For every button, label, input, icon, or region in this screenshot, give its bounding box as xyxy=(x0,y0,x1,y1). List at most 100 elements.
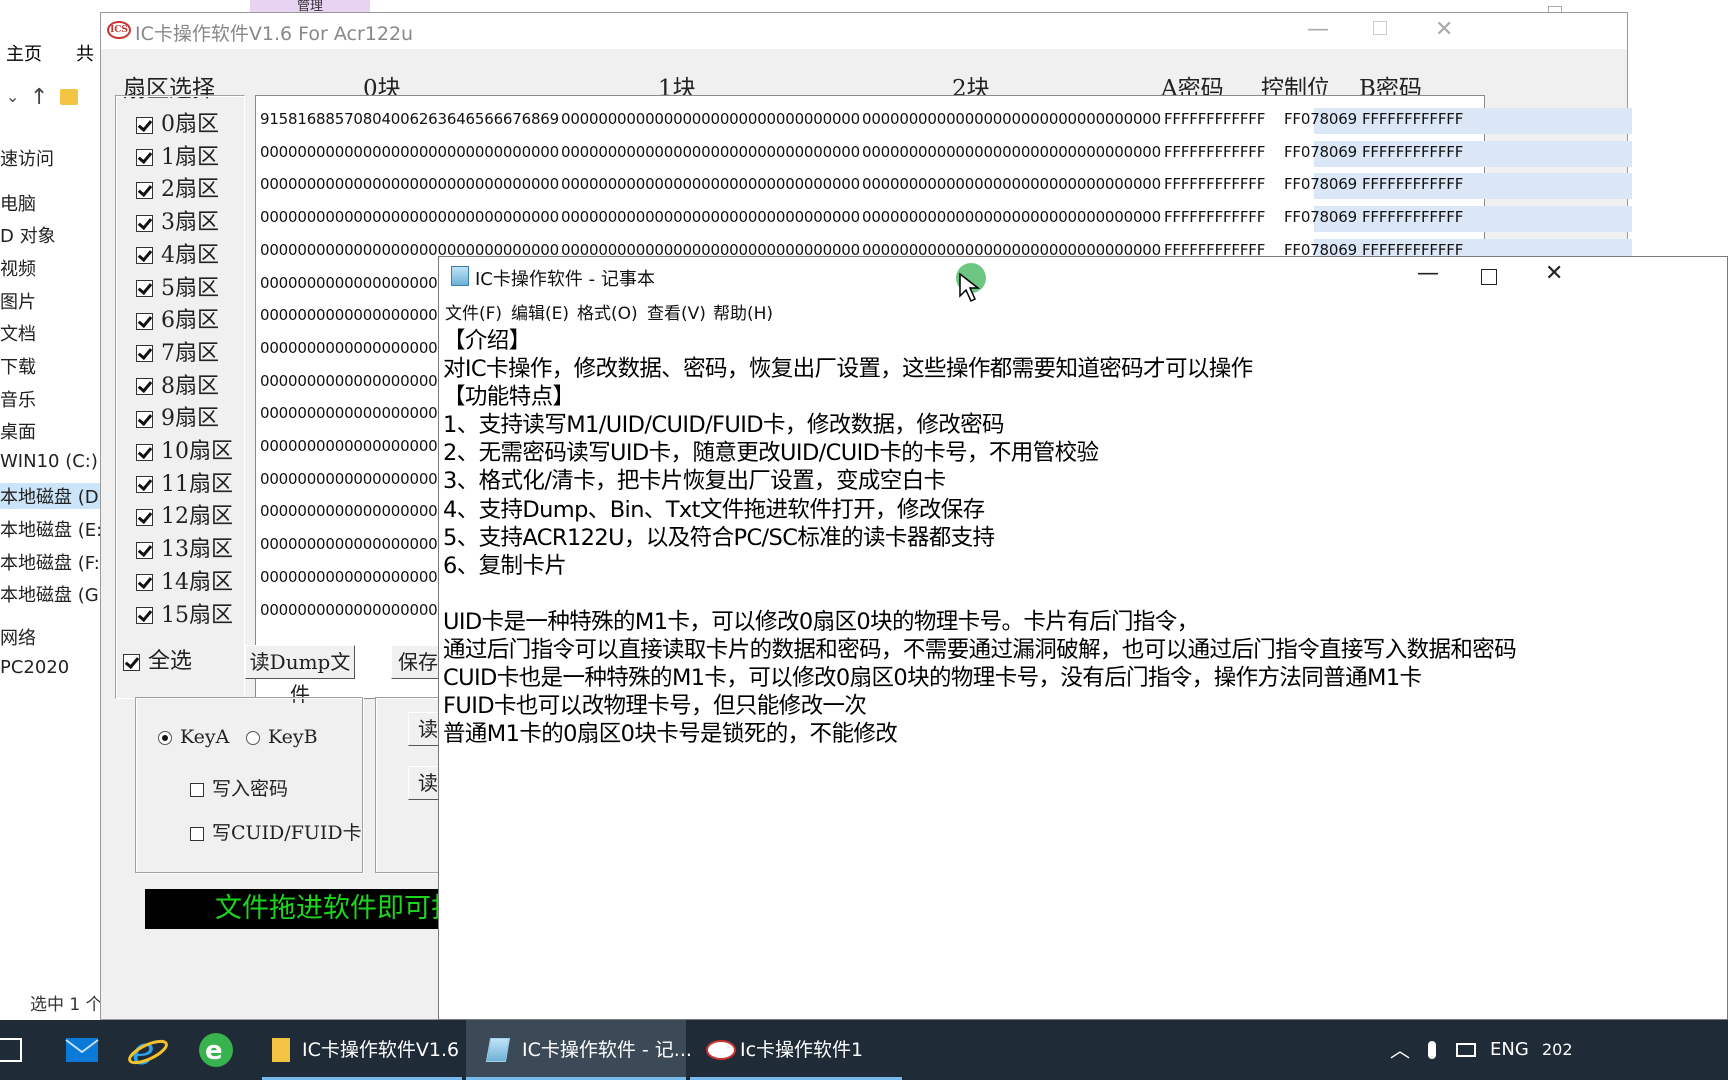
ic-app-minimize-button[interactable]: — xyxy=(1307,17,1329,42)
cell-kb[interactable]: FFFFFFFFFFFF xyxy=(1362,143,1463,161)
checkbox-checked-icon xyxy=(136,345,153,363)
checkbox-unchecked-icon xyxy=(190,783,204,797)
key-options-group: KeyA KeyB 写入密码 写CUID/FUID卡 xyxy=(135,697,363,873)
cell-b2[interactable]: 00000000000000000000000000000000 xyxy=(862,175,1161,193)
sector-checkbox[interactable]: 5扇区 xyxy=(136,270,219,301)
nav-item[interactable]: 文档 xyxy=(0,320,36,346)
sector-checkbox[interactable]: 11扇区 xyxy=(136,466,233,497)
cell-b1[interactable]: 00000000000000000000000000000000 xyxy=(561,143,860,161)
nav-item[interactable]: WIN10 (C:) xyxy=(0,451,98,472)
sector-checkbox[interactable]: 8扇区 xyxy=(136,368,219,399)
cell-b0[interactable]: 00000000000000000000000000000000 xyxy=(260,175,559,193)
chevron-up-icon[interactable]: ︿ xyxy=(1390,1020,1410,1080)
menu-item[interactable]: 文件(F) xyxy=(445,299,502,324)
sector-checkbox[interactable]: 15扇区 xyxy=(136,597,233,628)
write-cuid-checkbox[interactable]: 写CUID/FUID卡 xyxy=(190,818,362,845)
keyb-radio[interactable]: KeyB xyxy=(246,726,318,748)
nav-item[interactable]: 视频 xyxy=(0,255,36,281)
cell-kb[interactable]: FFFFFFFFFFFF xyxy=(1362,208,1463,226)
taskbar-app-notepad[interactable]: IC卡操作软件 - 记... xyxy=(466,1020,692,1080)
notepad-maximize-button[interactable] xyxy=(1481,269,1497,285)
sector-label: 12扇区 xyxy=(161,504,233,530)
notepad-text-area[interactable]: 【介绍】 对IC卡操作，修改数据、密码，恢复出厂设置，这些操作都需要知道密码才可以… xyxy=(443,327,1723,748)
cell-ka[interactable]: FFFFFFFFFFFF xyxy=(1164,110,1265,128)
keya-radio[interactable]: KeyA xyxy=(158,726,229,748)
ic-app-maximize-button[interactable] xyxy=(1373,21,1387,35)
nav-item[interactable]: 本地磁盘 (E:) xyxy=(0,516,109,542)
nav-item[interactable]: 网络 xyxy=(0,624,36,650)
nav-item[interactable]: D 对象 xyxy=(0,222,56,248)
nav-item[interactable]: 速访问 xyxy=(0,145,54,171)
up-arrow-icon[interactable]: ↑ xyxy=(30,85,48,110)
chevron-down-icon[interactable]: ⌄ xyxy=(6,87,19,106)
microphone-icon[interactable] xyxy=(1428,1020,1436,1080)
sector-checkbox[interactable]: 6扇区 xyxy=(136,302,219,333)
sector-checkbox[interactable]: 14扇区 xyxy=(136,564,233,595)
cell-b2[interactable]: 00000000000000000000000000000000 xyxy=(862,143,1161,161)
cell-b0[interactable]: 00000000000000000000000000000000 xyxy=(260,143,559,161)
nav-item[interactable]: 图片 xyxy=(0,288,36,314)
browser-green-icon[interactable]: e xyxy=(194,1028,238,1072)
sector-checkbox[interactable]: 1扇区 xyxy=(136,139,219,170)
cell-b2[interactable]: 00000000000000000000000000000000 xyxy=(862,110,1161,128)
checkbox-checked-icon xyxy=(136,247,153,265)
ribbon-tab-home[interactable]: 主页 xyxy=(6,40,42,66)
sector-checkbox[interactable]: 2扇区 xyxy=(136,171,219,202)
menu-item[interactable]: 格式(O) xyxy=(577,299,638,324)
text-line: 4、支持Dump、Bin、Txt文件拖进软件打开，修改保存 xyxy=(443,496,985,523)
sector-checkbox[interactable]: 10扇区 xyxy=(136,433,233,464)
nav-item[interactable]: PC2020 xyxy=(0,657,69,678)
cell-kb[interactable]: FFFFFFFFFFFF xyxy=(1362,175,1463,193)
sector-checkbox[interactable]: 13扇区 xyxy=(136,531,233,562)
cell-b1[interactable]: 00000000000000000000000000000000 xyxy=(561,175,860,193)
clock[interactable]: 202 xyxy=(1542,1020,1573,1080)
taskbar-app-ic-v16[interactable]: IC卡操作软件V1.6 xyxy=(262,1020,462,1080)
cell-b1[interactable]: 00000000000000000000000000000000 xyxy=(561,208,860,226)
nav-item[interactable]: 下载 xyxy=(0,353,36,379)
ic-app-close-button[interactable]: ✕ xyxy=(1435,17,1453,42)
sector-checkbox[interactable]: 9扇区 xyxy=(136,400,219,431)
menu-item[interactable]: 编辑(E) xyxy=(511,299,569,324)
sector-label: 15扇区 xyxy=(161,602,233,628)
cell-ctl[interactable]: FF078069 xyxy=(1284,110,1357,128)
nav-item[interactable]: 本地磁盘 (D:) xyxy=(0,483,112,509)
cell-ka[interactable]: FFFFFFFFFFFF xyxy=(1164,143,1265,161)
sector-checkbox[interactable]: 4扇区 xyxy=(136,237,219,268)
drag-drop-banner: 文件拖进软件即可打 xyxy=(145,889,445,929)
cell-ctl[interactable]: FF078069 xyxy=(1284,208,1357,226)
select-all-checkbox[interactable]: 全选 xyxy=(123,643,192,674)
nav-item[interactable]: 本地磁盘 (G:) xyxy=(0,581,112,607)
sector-checkbox[interactable]: 0扇区 xyxy=(136,106,219,137)
cell-b0[interactable]: 91581688570804006263646566676869 xyxy=(260,110,559,128)
notepad-close-button[interactable]: ✕ xyxy=(1545,261,1563,286)
cell-b0[interactable]: 00000000000000000000000000000000 xyxy=(260,208,559,226)
cell-ka[interactable]: FFFFFFFFFFFF xyxy=(1164,175,1265,193)
mail-icon[interactable] xyxy=(60,1028,104,1072)
cell-kb[interactable]: FFFFFFFFFFFF xyxy=(1362,110,1463,128)
language-indicator[interactable]: ENG xyxy=(1490,1020,1529,1080)
cell-b1[interactable]: 00000000000000000000000000000000 xyxy=(561,110,860,128)
notepad-minimize-button[interactable]: — xyxy=(1417,261,1439,286)
nav-item[interactable]: 音乐 xyxy=(0,386,36,412)
cell-ctl[interactable]: FF078069 xyxy=(1284,175,1357,193)
cell-ctl[interactable]: FF078069 xyxy=(1284,143,1357,161)
internet-explorer-icon[interactable]: e xyxy=(126,1028,170,1073)
task-view-icon[interactable] xyxy=(0,1038,22,1062)
write-key-checkbox[interactable]: 写入密码 xyxy=(190,774,288,801)
network-icon[interactable] xyxy=(1456,1020,1476,1080)
ribbon-tab-share[interactable]: 共 xyxy=(76,40,94,66)
nav-item[interactable]: 电脑 xyxy=(0,190,36,216)
notepad-icon xyxy=(451,266,469,286)
keyb-label: KeyB xyxy=(268,726,318,748)
nav-item[interactable]: 桌面 xyxy=(0,418,36,444)
menu-item[interactable]: 查看(V) xyxy=(647,299,706,324)
sector-checkbox[interactable]: 3扇区 xyxy=(136,204,219,235)
sector-checkbox[interactable]: 12扇区 xyxy=(136,498,233,530)
read-dump-button[interactable]: 读Dump文件 xyxy=(245,645,355,706)
taskbar-app-ic-1[interactable]: Ic卡操作软件1 xyxy=(690,1020,902,1080)
sector-checkbox[interactable]: 7扇区 xyxy=(136,335,219,366)
cell-ka[interactable]: FFFFFFFFFFFF xyxy=(1164,208,1265,226)
menu-item[interactable]: 帮助(H) xyxy=(713,299,773,324)
nav-item[interactable]: 本地磁盘 (F:) xyxy=(0,549,107,575)
cell-b2[interactable]: 00000000000000000000000000000000 xyxy=(862,208,1161,226)
